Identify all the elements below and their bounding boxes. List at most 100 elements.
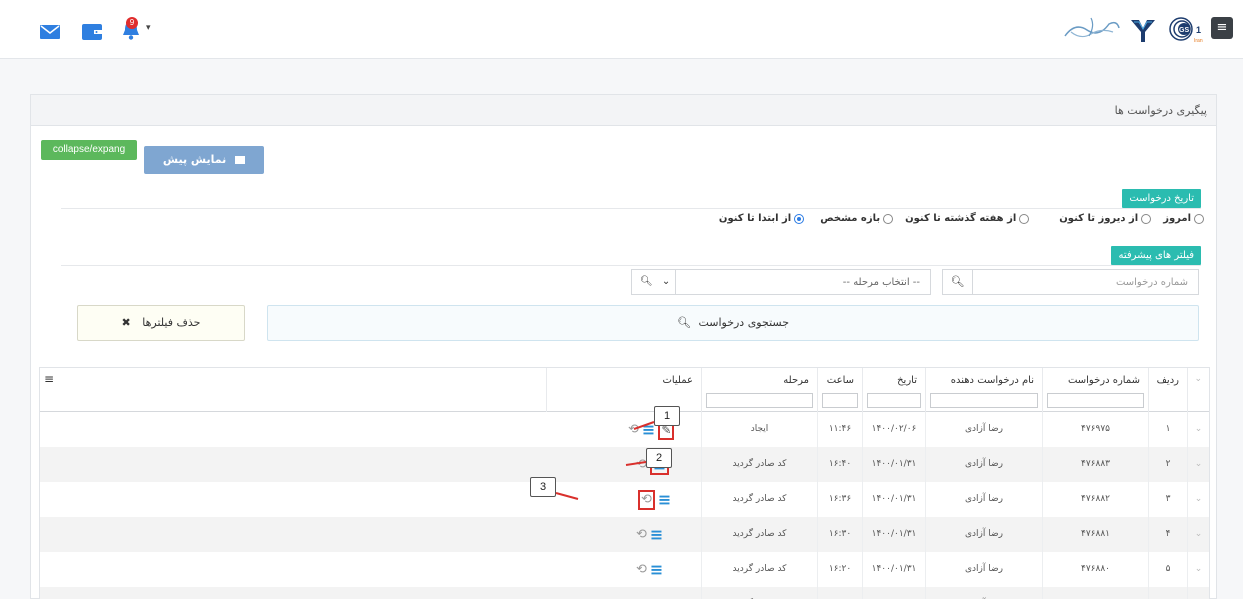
radio-button[interactable] (1141, 213, 1152, 224)
table-row[interactable]: ⌄ ۱ ۴۷۶۹۷۵ رضا آزادی ۱۴۰۰/۰۲/۰۶ ۱۱:۴۶ ایجاد ⟲ ≡ ✎ (40, 412, 1209, 447)
details-list-icon[interactable]: ≡ (650, 595, 663, 599)
collapse-expand-button[interactable]: collapse/expang (41, 140, 137, 160)
row-expand-icon[interactable]: ⌄ (1187, 412, 1209, 447)
requests-table: ≡ ⌄ ردیف شماره درخواست نام درخواست دهنده… (39, 367, 1210, 599)
cell-request-number: ۴۷۶۹۷۵ (1042, 412, 1148, 447)
show-proforma-invoice-button[interactable]: نمایش پیش فاکتور (144, 146, 264, 194)
cell-stage: ایجاد (701, 412, 817, 447)
filter-requester-input[interactable] (930, 393, 1038, 408)
row-expand-icon[interactable]: ⌄ (1187, 447, 1209, 482)
radio-button-selected[interactable] (794, 213, 805, 224)
table-header: ≡ ⌄ ردیف شماره درخواست نام درخواست دهنده… (40, 368, 1209, 412)
stage-select[interactable]: -- انتخاب مرحله -- 🔍︎ ⌄ (631, 269, 931, 295)
column-menu-icon[interactable]: ≡ (44, 372, 54, 386)
row-expand-icon[interactable]: ⌄ (1187, 552, 1209, 587)
cell-time: ۱۶:۳۰ (817, 517, 862, 552)
table-row[interactable]: ⌄ ۳ ۴۷۶۸۸۲ رضا آزادی ۱۴۰۰/۰۱/۳۱ ۱۶:۳۶ کد صادر … (40, 482, 1209, 517)
radio-button[interactable] (1019, 213, 1030, 224)
column-header-row[interactable]: ردیف (1148, 368, 1187, 412)
cell-requester: رضا آزادی (925, 552, 1042, 587)
section-divider (61, 265, 1201, 266)
radio-today[interactable]: امروز (1163, 213, 1204, 224)
radio-button[interactable] (1194, 213, 1204, 224)
undo-icon[interactable]: ⟲ (636, 562, 647, 577)
column-header-time[interactable]: ساعت (817, 368, 862, 412)
cell-stage: کد صادر گردید (701, 447, 817, 482)
search-requests-button[interactable]: جستجوی درخواست 🔍︎ (267, 305, 1199, 341)
request-number-placeholder: شماره درخواست (1115, 277, 1188, 288)
cell-time: ۱۶:۲۰ (817, 552, 862, 587)
column-header-stage[interactable]: مرحله (701, 368, 817, 412)
section-divider (61, 208, 1201, 209)
undo-icon[interactable]: ⟲ (636, 527, 647, 542)
clear-filters-button[interactable]: حذف فیلترها ✖ (77, 305, 245, 341)
search-icon: 🔍︎ (676, 316, 691, 329)
cell-time: ۱۶:۱۳ (817, 587, 862, 599)
cell-requester: رضا آزادی (925, 412, 1042, 447)
mail-icon[interactable] (40, 25, 60, 39)
request-number-field[interactable]: شماره درخواست 🔍︎ (942, 269, 1199, 295)
row-operations: ⟲≡ (638, 482, 671, 517)
chevron-down-icon[interactable]: ⌄ (1194, 374, 1202, 384)
table-row[interactable]: ⌄۶۴۷۶۸۷۹رضا آزادی۱۴۰۰/۰۱/۳۱۱۶:۱۳کد صادر … (40, 587, 1209, 599)
cell-time: ۱۶:۴۰ (817, 447, 862, 482)
close-icon: ✖ (121, 316, 131, 329)
undo-icon[interactable]: ⟲ (638, 489, 655, 510)
row-expand-icon[interactable]: ⌄ (1187, 482, 1209, 517)
details-list-icon[interactable]: ≡ (650, 525, 663, 544)
filter-request-number-input[interactable] (1047, 393, 1144, 408)
cell-date: ۱۴۰۰/۰۱/۳۱ (862, 587, 925, 599)
cell-request-number: ۴۷۶۸۸۱ (1042, 517, 1148, 552)
stage-select-controls[interactable]: 🔍︎ ⌄ (632, 270, 676, 294)
table-row[interactable]: ⌄ ۴ ۴۷۶۸۸۱ رضا آزادی ۱۴۰۰/۰۱/۳۱ ۱۶:۳۰ کد صادر … (40, 517, 1209, 552)
cell-row: ۱ (1148, 412, 1187, 447)
cell-request-number: ۴۷۶۸۸۰ (1042, 552, 1148, 587)
notification-count-badge: 9 (126, 17, 138, 29)
cell-requester: رضا آزادی (925, 587, 1042, 599)
annotation-callout-2: 2 (646, 448, 672, 468)
column-header-request-number[interactable]: شماره درخواست (1042, 368, 1148, 412)
svg-text:1: 1 (1196, 25, 1201, 35)
wallet-icon[interactable] (82, 22, 102, 40)
annotation-callout-1: 1 (654, 406, 680, 426)
invoice-card-icon (235, 156, 246, 164)
column-header-date[interactable]: تاریخ (862, 368, 925, 412)
cell-stage: کد صادر گردید (701, 552, 817, 587)
row-expand-icon[interactable]: ⌄ (1187, 587, 1209, 599)
cell-stage: کد صادر گردید (701, 482, 817, 517)
row-expand-icon[interactable]: ⌄ (1187, 517, 1209, 552)
radio-from-beginning[interactable]: از ابتدا تا کنون (719, 213, 805, 224)
details-list-icon[interactable]: ≡ (650, 560, 663, 579)
table-row[interactable]: ⌄ ۵ ۴۷۶۸۸۰ رضا آزادی ۱۴۰۰/۰۱/۳۱ ۱۶:۲۰ کد صادر … (40, 552, 1209, 587)
cell-requester: رضا آزادی (925, 447, 1042, 482)
cell-date: ۱۴۰۰/۰۲/۰۶ (862, 412, 925, 447)
table-row[interactable]: ⌄ ۲ ۴۷۶۸۸۳ رضا آزادی ۱۴۰۰/۰۱/۳۱ ۱۶:۴۰ کد صادر … (40, 447, 1209, 482)
cell-date: ۱۴۰۰/۰۱/۳۱ (862, 517, 925, 552)
details-list-icon[interactable]: ≡ (658, 490, 671, 509)
notifications-dropdown[interactable]: 9 ▾ (120, 17, 156, 43)
cell-requester: رضا آزادی (925, 517, 1042, 552)
filter-stage-input[interactable] (706, 393, 813, 408)
menu-toggle-icon[interactable]: ≡ (1211, 17, 1233, 39)
radio-since-yesterday[interactable]: از دیروز تا کنون (1059, 213, 1152, 224)
cell-row: ۴ (1148, 517, 1187, 552)
filter-date-input[interactable] (867, 393, 921, 408)
clear-filters-label: حذف فیلترها (142, 316, 201, 329)
radio-button[interactable] (883, 213, 894, 224)
column-header-requester[interactable]: نام درخواست دهنده (925, 368, 1042, 412)
gs1-iran-logo: GS 1 Iran (1169, 17, 1203, 44)
undo-icon[interactable]: ⟲ (628, 422, 639, 437)
top-bar: ≡ GS 1 Iran 9 ▾ (0, 0, 1243, 59)
cell-time: ۱۶:۳۶ (817, 482, 862, 517)
svg-text:Iran: Iran (1194, 38, 1203, 44)
advanced-filters-label: فیلتر های پیشرفته (1111, 246, 1201, 265)
search-requests-label: جستجوی درخواست (698, 316, 790, 329)
row-operations: ⟲≡ (636, 517, 663, 552)
svg-text:GS: GS (1179, 27, 1189, 34)
radio-custom-range[interactable]: بازه مشخص (820, 213, 894, 224)
filter-time-input[interactable] (822, 393, 858, 408)
search-icon[interactable]: 🔍︎ (943, 270, 973, 294)
panel-title: پیگیری درخواست ها (1114, 104, 1207, 117)
date-range-radio-group: امروز از دیروز تا کنون از هفته گذشته تا … (707, 213, 1204, 224)
radio-since-last-week[interactable]: از هفته گذشته تا کنون (905, 213, 1030, 224)
